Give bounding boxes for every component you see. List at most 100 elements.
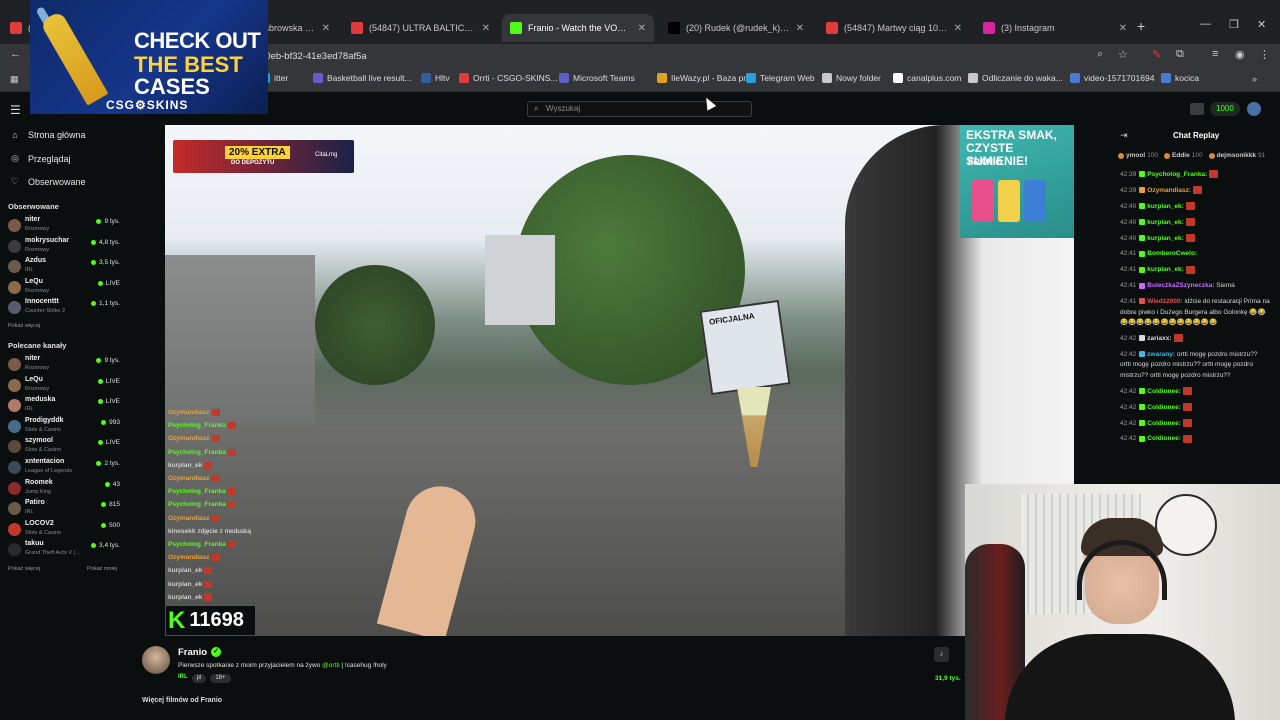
stream-category[interactable]: IRL xyxy=(178,674,188,683)
bookmark-item[interactable]: Basketball live result... xyxy=(313,73,412,83)
channel-item[interactable]: mokrysuchar Rozmowy 4,8 tys. xyxy=(6,237,122,259)
close-window-icon[interactable]: ✕ xyxy=(1257,18,1266,31)
layout-icon[interactable] xyxy=(1190,103,1204,115)
search-input[interactable]: ⌕ Wyszukaj xyxy=(527,101,752,117)
channel-item[interactable]: niter Rozmowy 9 tys. xyxy=(6,355,122,377)
bookmark-item[interactable]: canalplus.com xyxy=(893,73,961,83)
browser-tab[interactable]: (54847) ULTRA BALTIC SWI ✕ xyxy=(343,14,498,42)
streamer-name[interactable]: Franio xyxy=(178,647,207,658)
close-tab-icon[interactable]: ✕ xyxy=(1119,23,1127,34)
channel-item[interactable]: Patiro IRL 815 xyxy=(6,499,122,521)
chat-username[interactable]: BomberoCwelo: xyxy=(1147,250,1197,257)
sidebar-nav-item[interactable]: ♡ Obserwowane xyxy=(10,176,86,187)
hamburger-menu-icon[interactable]: ☰ xyxy=(10,103,21,117)
channel-item[interactable]: xntentacion League of Legends 2 tys. xyxy=(6,458,122,480)
extensions-puzzle-icon[interactable]: ⧉ xyxy=(1176,48,1184,61)
followed-show-more[interactable]: Pokaż więcej xyxy=(8,323,40,329)
gifter-item[interactable]: dejmsonikkk 91 xyxy=(1208,152,1265,159)
chat-username[interactable]: Coldionee: xyxy=(1147,388,1181,395)
bookmark-item[interactable]: Telegram Web xyxy=(746,73,815,83)
zoom-icon[interactable]: ⌕ xyxy=(1097,48,1103,61)
bookmarks-overflow-icon[interactable]: » xyxy=(1252,74,1257,84)
channel-category: Jump King xyxy=(25,488,51,495)
close-tab-icon[interactable]: ✕ xyxy=(954,23,962,34)
channel-item[interactable]: LOCOV2 Slots & Casino 500 xyxy=(6,520,122,542)
channel-category: Rozmowy xyxy=(25,287,50,294)
chat-username[interactable]: kurplan_ek: xyxy=(1147,203,1184,210)
chat-username[interactable]: Coldionee: xyxy=(1147,435,1181,442)
media-control-icon[interactable]: ≡ xyxy=(1212,48,1218,60)
stream-tag[interactable]: pl xyxy=(191,674,207,683)
channel-item[interactable]: niter Rozmowy 9 tys. xyxy=(6,216,122,238)
kick-points-badge[interactable]: 1000 xyxy=(1210,102,1240,116)
channel-item[interactable]: LeQu Rozmowy LIVE xyxy=(6,376,122,398)
sidebar-nav-item[interactable]: ⌂ Strona główna xyxy=(10,130,85,140)
chat-username[interactable]: BulecźkaZSzyneczka: xyxy=(1147,282,1214,289)
browser-tab[interactable]: (54847) Martwy ciąg 100 kg + .. ✕ xyxy=(818,14,970,42)
address-bar[interactable]: 70eb-bf32-41e3ed78af5a xyxy=(260,48,1120,66)
chat-username[interactable]: Psycholog_Franka: xyxy=(1147,171,1207,178)
browser-tab[interactable]: Franio - Watch the VOD on ✕ xyxy=(502,14,654,42)
chat-username[interactable]: kurplan_ek: xyxy=(1147,235,1184,242)
chat-username[interactable]: zariaxx: xyxy=(1147,335,1171,342)
chat-username[interactable]: Ozymandiasz: xyxy=(1147,187,1191,194)
sidebar-nav-item[interactable]: ◎ Przeglądaj xyxy=(10,153,70,164)
channel-item[interactable]: LeQu Rozmowy LIVE xyxy=(6,278,122,300)
stream-title-mention[interactable]: @ortti xyxy=(322,662,339,669)
chat-username[interactable]: Coldionee: xyxy=(1147,420,1181,427)
recommended-show-more[interactable]: Pokaż więcej xyxy=(8,566,40,572)
new-tab-button[interactable]: + xyxy=(1137,18,1145,34)
chat-username[interactable]: zwarany: xyxy=(1147,351,1175,358)
channel-item[interactable]: Prodigyddk Slots & Casino 993 xyxy=(6,417,122,439)
recommended-show-less[interactable]: Pokaż mniej xyxy=(87,566,117,572)
chat-username[interactable]: Coldionee: xyxy=(1147,404,1181,411)
channel-name: Patiro xyxy=(25,499,45,507)
close-tab-icon[interactable]: ✕ xyxy=(482,23,490,34)
bookmark-item[interactable]: Microsoft Teams xyxy=(559,73,635,83)
channel-item[interactable]: szymool Slots & Casino LIVE xyxy=(6,437,122,459)
browser-menu-icon[interactable]: ⋮ xyxy=(1259,48,1270,61)
bookmark-item[interactable]: video-1571701694 xyxy=(1070,73,1154,83)
channel-item[interactable]: takuu Grand Theft Auto V (... 3,4 tys. xyxy=(6,540,122,562)
minimize-icon[interactable]: — xyxy=(1200,18,1211,30)
channel-item[interactable]: Azdus IRL 3,5 tys. xyxy=(6,257,122,279)
deposit-bonus-ad[interactable]: 20% EXTRA DO DEPOZYTU CitaLmg xyxy=(173,140,354,173)
apps-grid-icon[interactable]: ▦ xyxy=(10,74,19,85)
live-dot-icon xyxy=(97,440,103,446)
channel-item[interactable]: meduska IRL LIVE xyxy=(6,396,122,418)
notification-bell-icon[interactable]: ♪ xyxy=(934,647,949,662)
bookmark-item[interactable]: Hltv xyxy=(421,73,450,83)
gifter-item[interactable]: Eddie 100 xyxy=(1164,152,1203,159)
snack-ad[interactable]: EKSTRA SMAK, CZYSTE SUMIENIE! FRANIO xyxy=(960,125,1074,238)
extension-icon[interactable]: ✎ xyxy=(1152,48,1161,61)
browser-tab[interactable]: (3) Instagram ✕ xyxy=(975,14,1135,42)
bookmark-item[interactable]: Orrti - CSGO-SKINS... xyxy=(459,73,558,83)
bookmark-item[interactable]: kocica xyxy=(1161,73,1199,83)
bookmark-item[interactable]: Odliczanie do waka... xyxy=(968,73,1063,83)
user-avatar[interactable] xyxy=(1247,102,1261,116)
bookmark-star-icon[interactable]: ☆ xyxy=(1118,48,1128,61)
chat-username[interactable]: kurplan_ek: xyxy=(1147,219,1184,226)
close-tab-icon[interactable]: ✕ xyxy=(322,23,330,34)
cases-ad[interactable]: CHECK OUT THE BEST CASES CSG⚙SKINS xyxy=(30,0,268,114)
chat-message: 42:41 BomberoCwelo: xyxy=(1120,249,1270,260)
collapse-chat-icon[interactable]: ⇥ xyxy=(1120,130,1128,141)
chat-username[interactable]: kurplan_ek: xyxy=(1147,266,1184,273)
back-icon[interactable]: ← xyxy=(10,48,21,60)
close-tab-icon[interactable]: ✕ xyxy=(638,23,646,34)
stream-tag[interactable]: 18+ xyxy=(210,674,231,683)
chat-username[interactable]: Wiedź2000: xyxy=(1147,298,1182,305)
browser-tab[interactable]: (20) Rudek (@rudek_k) / X ✕ xyxy=(660,14,812,42)
profile-icon[interactable]: ◉ xyxy=(1235,48,1245,61)
close-tab-icon[interactable]: ✕ xyxy=(796,23,804,34)
streamer-avatar[interactable] xyxy=(142,646,170,674)
gifter-item[interactable]: ymool 100 xyxy=(1118,152,1158,159)
maximize-icon[interactable]: ❐ xyxy=(1229,18,1239,31)
bookmark-label: kocica xyxy=(1175,73,1200,83)
bookmark-item[interactable]: Nowy folder xyxy=(822,73,881,83)
channel-item[interactable]: Innocenttt Counter-Strike 2 1,1 tys. xyxy=(6,298,122,320)
channel-item[interactable]: Roomek Jump King 43 xyxy=(6,479,122,501)
bookmark-item[interactable]: IleWazy.pl - Baza pr... xyxy=(657,73,753,83)
live-dot-icon xyxy=(104,481,110,487)
video-player[interactable]: OFICJALNA xyxy=(165,125,1074,636)
